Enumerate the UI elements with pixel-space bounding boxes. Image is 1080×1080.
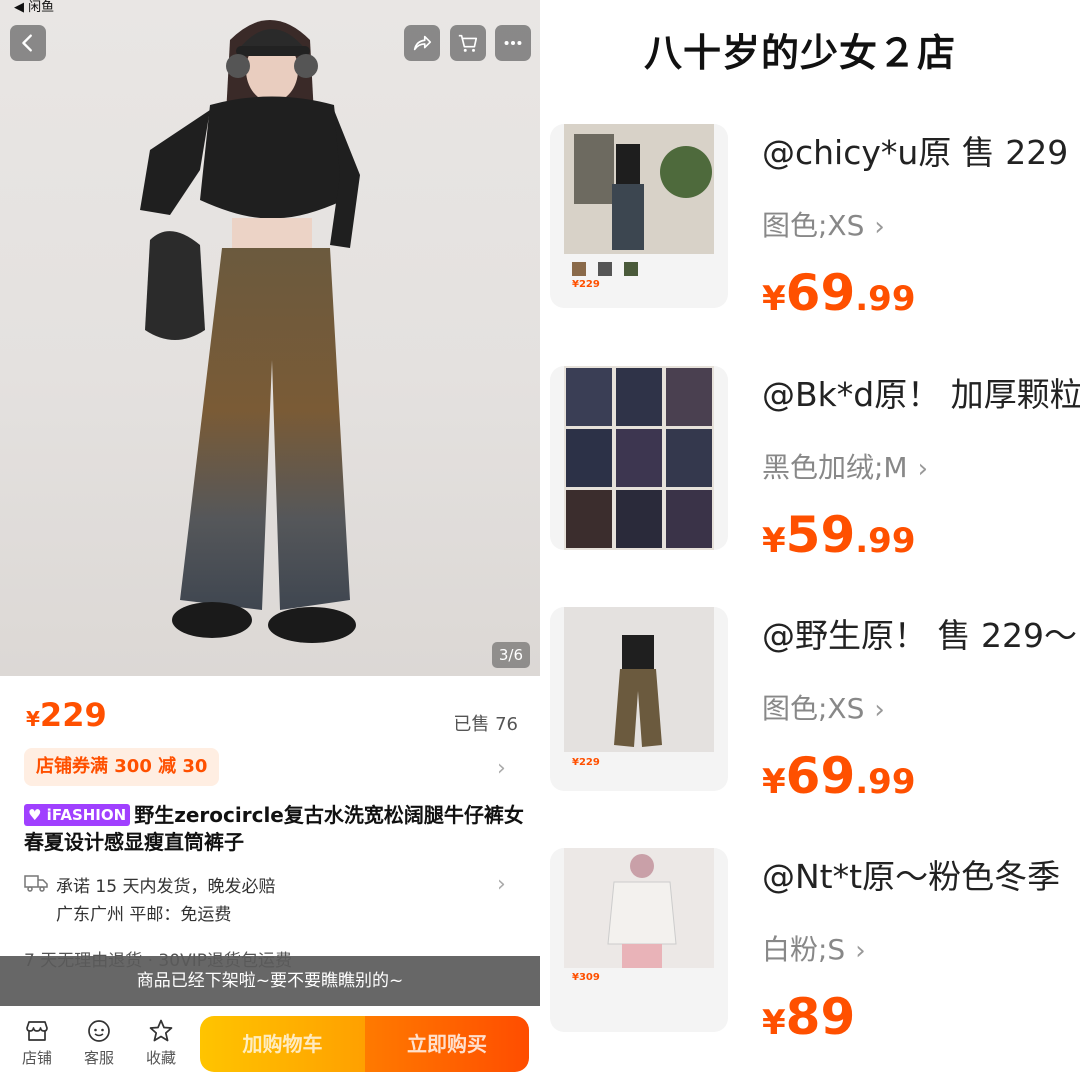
list-item[interactable]: ¥229 @野生原！ 售 229～ 图色;XS › ¥69.99 bbox=[540, 607, 1080, 827]
add-to-cart-button[interactable]: 加购物车 bbox=[200, 1016, 365, 1072]
price-currency: ¥ bbox=[762, 1003, 786, 1043]
shop-title: 八十岁的少女２店 bbox=[644, 31, 957, 75]
price-currency: ¥ bbox=[762, 762, 786, 802]
truck-icon bbox=[24, 875, 48, 892]
item-price: ¥69.99 bbox=[762, 264, 916, 322]
item-title: @Bk*d原！ 加厚颗粒 bbox=[762, 375, 1080, 414]
more-button[interactable] bbox=[495, 25, 531, 61]
star-icon bbox=[149, 1019, 173, 1042]
back-button[interactable] bbox=[10, 25, 46, 61]
share-icon bbox=[413, 35, 432, 51]
ifashion-badge: ♥ iFASHION bbox=[24, 804, 131, 826]
chevron-right-icon: › bbox=[917, 454, 928, 484]
image-counter: 3/6 bbox=[491, 642, 530, 668]
chevron-right-icon: › bbox=[874, 212, 885, 242]
price-integer: 69 bbox=[785, 264, 856, 322]
price-currency: ¥ bbox=[762, 521, 786, 561]
shipping-origin: 广东广州 平邮：免运费 bbox=[56, 905, 232, 925]
list-item[interactable]: ¥309 @Nt*t原～粉色冬季 白粉;S › ¥89 bbox=[540, 848, 1080, 1068]
item-title: @chicy*u原 售 229 bbox=[762, 133, 1069, 172]
price-integer: 69 bbox=[785, 747, 856, 805]
back-to-app-link[interactable]: ◀ 闲鱼 bbox=[14, 0, 54, 15]
price-integer: 59 bbox=[785, 506, 856, 564]
price-decimal: .99 bbox=[855, 762, 916, 802]
item-photo bbox=[564, 848, 714, 968]
item-price: ¥89 bbox=[762, 988, 855, 1046]
product-info: ¥229 已售 76 店铺券满 300 减 30 › ♥ iFASHION 野生z… bbox=[0, 676, 540, 1080]
store-icon bbox=[26, 1021, 48, 1041]
item-price: ¥59.99 bbox=[762, 506, 916, 564]
sold-count: 已售 76 bbox=[453, 714, 518, 735]
chevron-left-icon bbox=[22, 34, 32, 52]
price-decimal: .99 bbox=[855, 521, 916, 561]
badge-label: iFASHION bbox=[46, 806, 127, 824]
price-value: 229 bbox=[39, 696, 107, 734]
buy-now-button[interactable]: 立即购买 bbox=[365, 1016, 529, 1072]
more-dots-icon bbox=[504, 40, 522, 46]
spec-text: 图色;XS bbox=[762, 692, 865, 725]
favorite-tab[interactable]: 收藏 bbox=[136, 1018, 186, 1068]
item-title: @Nt*t原～粉色冬季 bbox=[762, 857, 1061, 896]
price-currency: ¥ bbox=[762, 279, 786, 319]
list-item[interactable]: ¥229 @chicy*u原 售 229 图色;XS › ¥69.99 bbox=[540, 124, 1080, 344]
variant-swatches bbox=[572, 262, 638, 276]
list-item[interactable]: @Bk*d原！ 加厚颗粒 黑色加绒;M › ¥59.99 bbox=[540, 366, 1080, 586]
item-thumbnail[interactable]: ¥309 bbox=[550, 848, 728, 1032]
item-spec[interactable]: 图色;XS › bbox=[762, 687, 885, 727]
item-title: @野生原！ 售 229～ bbox=[762, 616, 1077, 655]
cart-button[interactable] bbox=[450, 25, 486, 61]
chat-face-icon bbox=[88, 1020, 110, 1042]
thumb-price: ¥229 bbox=[572, 757, 600, 768]
offline-notice: 商品已经下架啦~要不要瞧瞧别的~ bbox=[0, 956, 540, 1006]
product-price: ¥229 bbox=[26, 696, 107, 734]
product-image-carousel[interactable]: ◀ 闲鱼 3/6 bbox=[0, 0, 540, 676]
service-label: 客服 bbox=[83, 1049, 114, 1067]
thumb-price: ¥229 bbox=[572, 279, 600, 290]
chevron-right-icon: › bbox=[874, 695, 885, 725]
spec-text: 图色;XS bbox=[762, 209, 865, 242]
item-thumbnail[interactable]: ¥229 bbox=[550, 607, 728, 791]
item-photo bbox=[564, 124, 714, 254]
chevron-right-icon[interactable]: › bbox=[497, 872, 506, 897]
shop-listing-panel: 八十岁的少女２店 ¥229 @chicy*u原 售 229 图色;XS › ¥69… bbox=[540, 0, 1080, 1080]
thumb-price: ¥309 bbox=[572, 972, 600, 983]
store-tab[interactable]: 店铺 bbox=[12, 1018, 62, 1068]
shipping-promise: 承诺 15 天内发货，晚发必赔 bbox=[56, 877, 276, 897]
store-label: 店铺 bbox=[21, 1049, 52, 1067]
item-thumbnail[interactable]: ¥229 bbox=[550, 124, 728, 308]
item-spec[interactable]: 图色;XS › bbox=[762, 204, 885, 244]
spec-text: 白粉;S bbox=[762, 933, 846, 966]
shopping-cart-icon bbox=[458, 34, 478, 52]
item-photo bbox=[564, 607, 714, 752]
item-thumbnail[interactable] bbox=[550, 366, 728, 550]
item-price: ¥69.99 bbox=[762, 747, 916, 805]
favorite-label: 收藏 bbox=[145, 1049, 176, 1067]
store-coupon[interactable]: 店铺券满 300 减 30 bbox=[24, 748, 220, 786]
item-spec[interactable]: 黑色加绒;M › bbox=[762, 446, 928, 486]
product-photo bbox=[140, 20, 360, 643]
price-currency: ¥ bbox=[26, 707, 40, 731]
chevron-right-icon: › bbox=[855, 936, 866, 966]
price-decimal: .99 bbox=[855, 279, 916, 319]
item-photo-grid bbox=[564, 366, 714, 550]
price-integer: 89 bbox=[785, 988, 856, 1046]
item-spec[interactable]: 白粉;S › bbox=[762, 928, 866, 968]
customer-service-tab[interactable]: 客服 bbox=[74, 1018, 124, 1068]
chevron-right-icon[interactable]: › bbox=[497, 756, 506, 781]
product-title: ♥ iFASHION 野生zerocircle复古水洗宽松阔腿牛仔裤女春夏设计感显… bbox=[24, 802, 524, 856]
product-detail-panel: ◀ 闲鱼 3/6 ¥229 已售 76 店铺券满 300 减 30 › ♥ iF… bbox=[0, 0, 540, 1080]
spec-text: 黑色加绒;M bbox=[762, 451, 908, 484]
share-button[interactable] bbox=[404, 25, 440, 61]
bottom-action-bar: 店铺 客服 收藏 加购物车 立即购买 bbox=[0, 1006, 540, 1080]
